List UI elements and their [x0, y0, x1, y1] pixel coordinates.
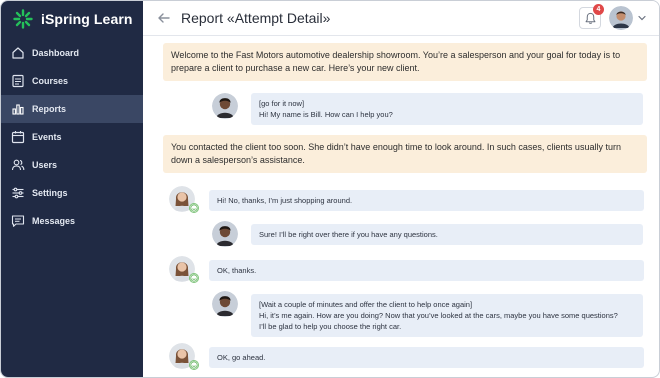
brand-name: iSpring Learn [41, 11, 133, 27]
sidebar-item-dashboard[interactable]: Dashboard [1, 39, 143, 67]
salesperson-message: [Wait a couple of minutes and offer the … [251, 294, 643, 337]
sidebar-item-settings[interactable]: Settings [1, 179, 143, 207]
salesperson-text: I’ll be glad to help you choose the righ… [259, 322, 402, 331]
salesperson-action: [Wait a couple of minutes and offer the … [259, 300, 473, 309]
smile-icon [189, 360, 199, 370]
sidebar-item-label: Messages [32, 216, 76, 226]
salesperson-avatar [212, 221, 238, 247]
client-message: OK, thanks. [209, 260, 644, 281]
sidebar-item-events[interactable]: Events [1, 123, 143, 151]
ispring-logo-icon [13, 9, 33, 29]
salesperson-avatar [212, 93, 238, 119]
brand[interactable]: iSpring Learn [1, 1, 143, 37]
avatar [609, 6, 633, 30]
sidebar-item-reports[interactable]: Reports [1, 95, 143, 123]
salesperson-message: [go for it now] Hi! My name is Bill. How… [251, 93, 643, 125]
client-message: OK, go ahead. [209, 347, 644, 368]
salesperson-text: Hi! My name is Bill. How can I help you? [259, 110, 393, 119]
salesperson-text: Hi, it’s me again. How are you doing? No… [259, 311, 618, 320]
calendar-icon [11, 130, 25, 144]
client-message: Hi! No, thanks, I’m just shopping around… [209, 190, 644, 211]
sidebar-item-users[interactable]: Users [1, 151, 143, 179]
smile-icon [189, 273, 199, 283]
chevron-down-icon [637, 13, 647, 23]
back-arrow-icon[interactable] [155, 9, 173, 27]
sidebar-item-label: Users [32, 160, 58, 170]
sidebar-item-label: Reports [32, 104, 67, 114]
page-title: Report «Attempt Detail» [181, 10, 331, 26]
sidebar-item-label: Dashboard [32, 48, 80, 58]
sidebar-item-courses[interactable]: Courses [1, 67, 143, 95]
intro-message: Welcome to the Fast Motors automotive de… [163, 43, 647, 81]
home-icon [11, 46, 25, 60]
settings-icon [11, 186, 25, 200]
users-icon [11, 158, 25, 172]
sidebar-item-label: Courses [32, 76, 69, 86]
reports-icon [11, 102, 25, 116]
salesperson-action: [go for it now] [259, 99, 305, 108]
salesperson-message: Sure! I’ll be right over there if you ha… [251, 224, 643, 245]
sidebar-item-label: Settings [32, 188, 68, 198]
page-header: Report «Attempt Detail» 4 [143, 1, 659, 36]
profile-menu[interactable] [609, 6, 647, 30]
notifications-button[interactable]: 4 [579, 4, 604, 29]
attempt-detail-content: Welcome to the Fast Motors automotive de… [143, 36, 659, 377]
messages-icon [11, 214, 25, 228]
salesperson-avatar [212, 291, 238, 317]
feedback-message: You contacted the client too soon. She d… [163, 135, 647, 173]
app-window: iSpring Learn Dashboard Courses Reports [0, 0, 660, 378]
sidebar-item-label: Events [32, 132, 62, 142]
courses-icon [11, 74, 25, 88]
smile-icon [189, 203, 199, 213]
notification-badge: 4 [593, 4, 604, 15]
sidebar-item-messages[interactable]: Messages [1, 207, 143, 235]
sidebar-nav: Dashboard Courses Reports Events Users S… [1, 39, 143, 235]
sidebar: iSpring Learn Dashboard Courses Reports [1, 1, 143, 377]
